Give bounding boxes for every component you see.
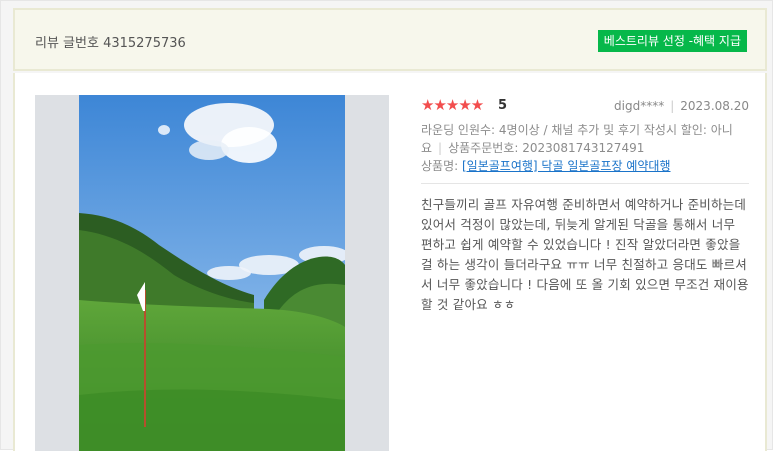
review-photo-frame[interactable] xyxy=(35,95,389,451)
product-link[interactable]: [일본골프여행] 닥골 일본골프장 예약대행 xyxy=(462,159,671,173)
product-line: 상품명: [일본골프여행] 닥골 일본골프장 예약대행 xyxy=(421,157,749,175)
rating-value: 5 xyxy=(498,98,508,113)
review-body: ★★★★★ 5 digd**** | 2023.08.20 라운딩 인원수: 4명이… xyxy=(13,73,767,451)
star-icon: ★★★★★ xyxy=(421,96,484,114)
review-number: 리뷰 글번호 4315275736 xyxy=(35,36,186,51)
review-meta: digd**** | 2023.08.20 xyxy=(614,99,749,113)
best-review-badge: 베스트리뷰 선정 -혜택 지급 xyxy=(597,30,747,52)
reviewer-id: digd**** xyxy=(614,99,665,113)
meta-separator: | xyxy=(670,99,675,113)
review-photo-golf-course[interactable] xyxy=(79,95,345,451)
product-label: 상품명: xyxy=(421,159,459,173)
divider xyxy=(421,183,749,184)
review-header: 리뷰 글번호 4315275736 베스트리뷰 선정 -혜택 지급 xyxy=(13,8,767,71)
review-options: 라운딩 인원수: 4명이상 / 채널 추가 및 후기 작성시 할인: 아니요 | 상… xyxy=(421,121,749,157)
review-date: 2023.08.20 xyxy=(680,99,749,113)
options-separator: | xyxy=(438,141,443,155)
review-content: 친구들끼리 골프 자유여행 준비하면서 예약하거나 준비하는데 있어서 걱정이 … xyxy=(421,197,749,312)
rating-row: ★★★★★ 5 digd**** | 2023.08.20 xyxy=(421,96,749,115)
order-number: 상품주문번호: 2023081743127491 xyxy=(448,141,645,155)
review-card: 리뷰 글번호 4315275736 베스트리뷰 선정 -혜택 지급 ★★★★★ … xyxy=(0,0,773,451)
